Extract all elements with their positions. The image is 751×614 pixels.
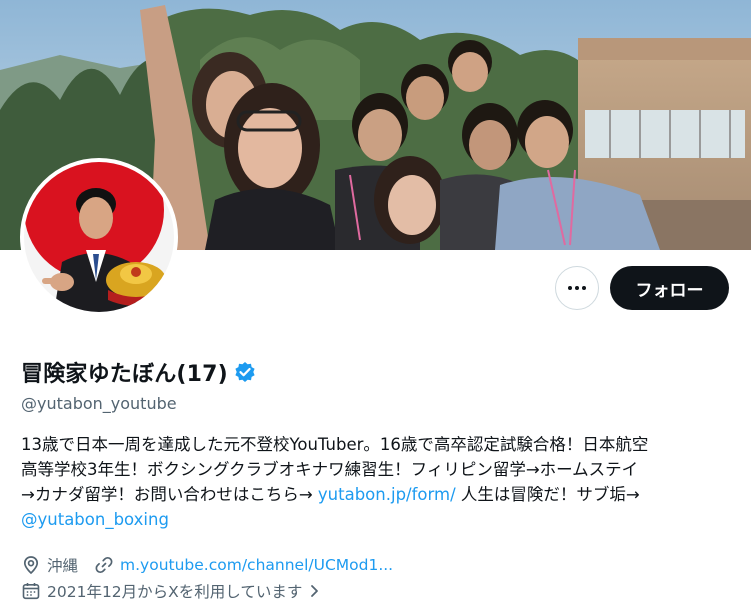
profile-page: フォロー 冒険家ゆたぼん(17) @yutabon_youtube 13歳で日本…	[0, 0, 751, 614]
profile-name-row: 冒険家ゆたぼん(17)	[21, 356, 256, 388]
link-icon	[94, 555, 114, 575]
website-item: m.youtube.com/channel/UCMod1...	[94, 555, 393, 575]
joined-text: 2021年12月からXを利用しています	[47, 583, 303, 601]
bio-line: 13歳で日本一周を達成した元不登校YouTuber。16歳で高卒認定試験合格！日…	[21, 435, 649, 454]
bio-line: @yutabon_boxing	[21, 507, 741, 532]
bio-line: →カナダ留学！お問い合わせはこちら→ yutabon.jp/form/ 人生は冒…	[21, 482, 741, 507]
calendar-icon	[21, 581, 41, 601]
website-link[interactable]: m.youtube.com/channel/UCMod1...	[120, 556, 393, 574]
profile-avatar[interactable]	[20, 158, 178, 316]
bio-mention-link[interactable]: @yutabon_boxing	[21, 510, 169, 529]
more-dots-icon	[568, 286, 586, 290]
bio-text: 人生は冒険だ！サブ垢→	[455, 485, 640, 504]
joined-row[interactable]: 2021年12月からXを利用しています	[21, 580, 322, 602]
display-name: 冒険家ゆたぼん(17)	[21, 362, 228, 387]
location-pin-icon	[21, 555, 41, 575]
more-options-button[interactable]	[555, 266, 599, 310]
verified-badge-icon[interactable]	[234, 361, 256, 383]
location-item: 沖縄	[21, 554, 78, 576]
follow-button[interactable]: フォロー	[610, 266, 729, 310]
profile-meta-row: 沖縄 m.youtube.com/channel/UCMod1...	[21, 554, 409, 576]
bio-form-link[interactable]: yutabon.jp/form/	[318, 485, 456, 504]
profile-handle: @yutabon_youtube	[21, 394, 177, 413]
chevron-right-icon	[306, 583, 322, 599]
bio-line: 高等学校3年生！ボクシングクラブオキナワ練習生！フィリピン留学→ホームステイ	[21, 460, 639, 479]
profile-bio: 13歳で日本一周を達成した元不登校YouTuber。16歳で高卒認定試験合格！日…	[21, 432, 741, 532]
location-text: 沖縄	[47, 557, 79, 575]
bio-text: →カナダ留学！お問い合わせはこちら→	[21, 485, 318, 504]
